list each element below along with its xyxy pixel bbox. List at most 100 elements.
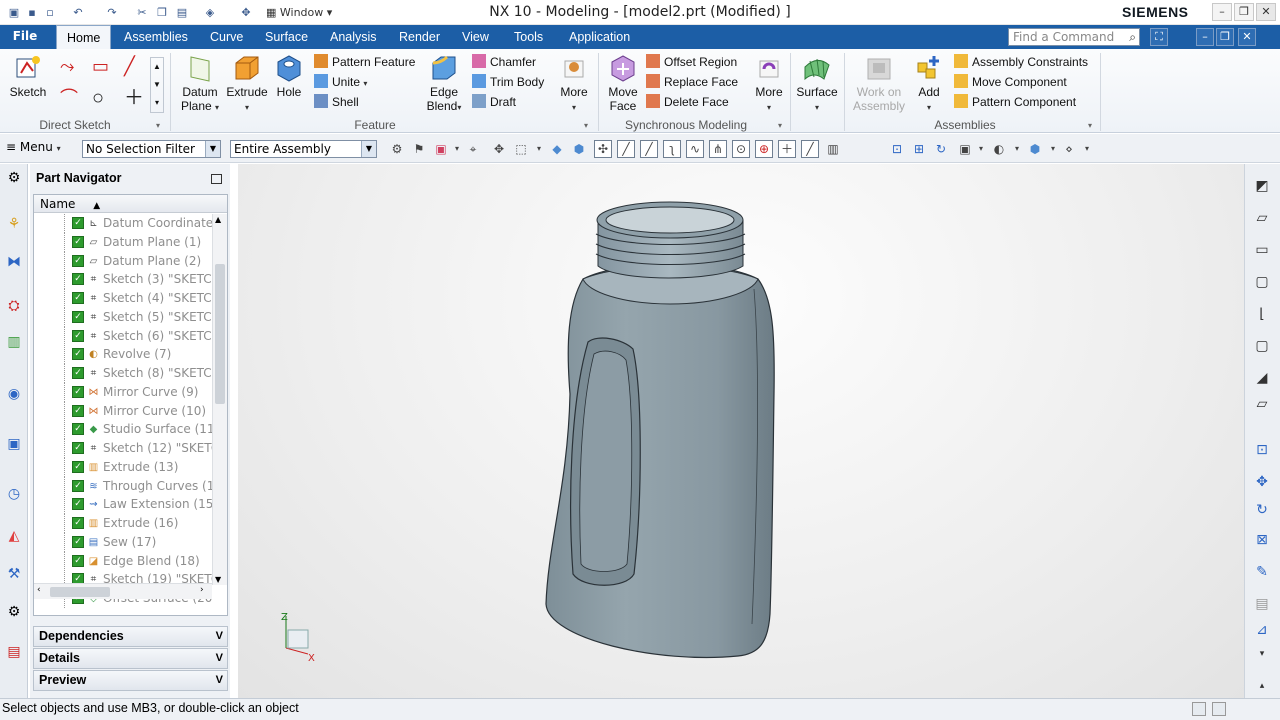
snap-line-icon[interactable]: ╱ [617, 140, 635, 158]
web-browser-icon[interactable]: ◉ [3, 382, 25, 406]
tab-application[interactable]: Application [569, 25, 630, 49]
tree-row[interactable]: ✓ ⋈ Mirror Curve (10) [34, 401, 212, 421]
tree-row[interactable]: ✓ ▱ Datum Plane (2) [34, 251, 212, 271]
status-full-screen-icon[interactable] [1212, 702, 1226, 716]
shaded-view-icon[interactable]: ⬢ [1026, 141, 1044, 157]
tree-row[interactable]: ✓ ▤ Sew (17) [34, 532, 212, 552]
tree-row[interactable]: ✓ ⋈ Mirror Curve (9) [34, 382, 212, 402]
tab-view[interactable]: View [462, 25, 489, 49]
left-view-icon[interactable]: ▱ [1251, 392, 1273, 416]
checkbox-icon[interactable]: ✓ [72, 292, 84, 304]
checkbox-icon[interactable]: ✓ [72, 423, 84, 436]
chevron-down-icon[interactable]: ▾ [1008, 141, 1026, 157]
vertical-scrollbar[interactable]: ▲ ▼ [212, 214, 227, 585]
graph-icon[interactable]: ⊿ [1251, 618, 1273, 642]
tree-row[interactable]: ✓ ◪ Edge Blend (18) [34, 551, 212, 571]
offset-region-button[interactable]: Offset Region [646, 53, 737, 71]
tab-home[interactable]: Home [56, 25, 112, 49]
preview-panel[interactable]: Preview V [33, 670, 228, 691]
rendering-style-icon[interactable]: ◐ [990, 141, 1008, 157]
ribbon-close-button[interactable]: ✕ [1238, 28, 1256, 46]
sketch-gallery-scroll[interactable]: ▲ ▼ ▾ [150, 57, 164, 113]
zoom-icon[interactable]: ⊞ [910, 141, 928, 157]
chevron-down-icon[interactable]: ▾ [530, 141, 548, 157]
scroll-down-icon[interactable]: ▼ [215, 575, 221, 584]
tree-row[interactable]: ✓ ⌗ Sketch (3) "SKETCH_ [34, 270, 212, 290]
menu-button[interactable]: ≡ Menu ▾ [6, 140, 61, 154]
palette-icon[interactable]: ◭ [3, 524, 25, 548]
tree-row[interactable]: ✓ ▥ Extrude (16) [34, 514, 212, 533]
ribbon-minimize-button[interactable]: – [1196, 28, 1214, 46]
shell-button[interactable]: Shell [314, 93, 359, 111]
tree-row[interactable]: ✓ ⊾ Datum Coordinate S [34, 214, 212, 233]
tree-row[interactable]: ✓ ◆ Studio Surface (11) [34, 420, 212, 440]
details-panel[interactable]: Details V [33, 648, 228, 669]
checkbox-icon[interactable]: ✓ [72, 367, 84, 379]
checkbox-icon[interactable]: ✓ [72, 348, 84, 361]
view-section-icon[interactable]: ⋄ [1060, 141, 1078, 157]
group-assemblies-caret[interactable]: ▾ [1088, 121, 1092, 130]
datum-plane-button[interactable]: Datum Plane ▾ [178, 53, 222, 115]
selection-filter-dropdown[interactable]: No Selection Filter ▼ [82, 140, 221, 158]
tree-row[interactable]: ✓ ▥ Extrude (13) [34, 457, 212, 477]
snap-spline-icon[interactable]: ∿ [686, 140, 704, 158]
scroll-thumb[interactable] [50, 587, 110, 597]
constraint-navigator-icon[interactable]: ⧓ [3, 250, 25, 274]
checkbox-icon[interactable]: ✓ [72, 554, 84, 567]
rotate-icon[interactable]: ↻ [1251, 498, 1273, 522]
checkbox-icon[interactable]: ✓ [72, 235, 84, 248]
assembly-navigator-icon[interactable]: ⚘ [3, 212, 25, 236]
reuse-library-icon[interactable]: ▥ [3, 330, 25, 354]
group-direct-sketch-caret[interactable]: ▾ [156, 121, 160, 130]
part-navigator-icon[interactable]: ⛭ [3, 294, 25, 318]
line-icon[interactable]: ╱ [124, 57, 135, 75]
name-column-header[interactable]: Name ▲ [34, 195, 227, 213]
lasso-icon[interactable]: ✥ [490, 141, 508, 157]
tree-row[interactable]: ✓ ⌗ Sketch (12) "SKETCH [34, 439, 212, 458]
pattern-component-button[interactable]: Pattern Component [954, 93, 1076, 111]
tree-row[interactable]: ✓ ▱ Datum Plane (1) [34, 232, 212, 252]
history-icon[interactable]: ▣ [3, 432, 25, 456]
checkbox-icon[interactable]: ✓ [72, 535, 84, 548]
rectangle-icon[interactable]: ▭ [92, 57, 109, 75]
system-scene-icon[interactable]: ▤ [3, 640, 25, 664]
pattern-feature-button[interactable]: Pattern Feature [314, 53, 415, 71]
resource-settings-icon[interactable]: ⚙ [3, 166, 25, 190]
scroll-up-icon[interactable]: ▲ [215, 215, 221, 224]
rotate-view-icon[interactable]: ↻ [932, 141, 950, 157]
bottom-view-icon[interactable]: ◢ [1251, 366, 1273, 390]
clock-icon[interactable]: ◷ [3, 482, 25, 506]
move-component-button[interactable]: Move Component [954, 73, 1067, 91]
scroll-right-icon[interactable]: › [200, 585, 204, 595]
group-sync-caret[interactable]: ▾ [778, 121, 782, 130]
snap-icon[interactable]: ⌖ [464, 141, 482, 157]
checkbox-icon[interactable]: ✓ [72, 254, 84, 267]
arc-icon[interactable]: ⌒ [60, 89, 78, 107]
snap-intersection-icon[interactable]: ⋔ [709, 140, 727, 158]
tab-assemblies[interactable]: Assemblies [124, 25, 188, 49]
draft-button[interactable]: Draft [472, 93, 516, 111]
profile-icon[interactable]: ⤳ [60, 57, 74, 75]
tree-row[interactable]: ✓ ⌗ Sketch (4) "SKETCH_ [34, 289, 212, 308]
tab-render[interactable]: Render [399, 25, 440, 49]
work-on-assembly-button[interactable]: Work on Assembly [850, 53, 908, 113]
selection-scope-dropdown[interactable]: Entire Assembly ▼ [230, 140, 377, 158]
checkbox-icon[interactable]: ✓ [72, 385, 84, 398]
snap-bounded-grid-icon[interactable]: ▥ [824, 141, 842, 157]
bottle-neck[interactable] [595, 201, 746, 279]
roles-icon[interactable]: ⚙ [3, 600, 25, 624]
trimetric-view-icon[interactable]: ◩ [1251, 174, 1273, 198]
zoom-window-icon[interactable]: ⊡ [1251, 438, 1273, 462]
tab-curve[interactable]: Curve [210, 25, 243, 49]
checkbox-icon[interactable]: ✓ [72, 217, 84, 229]
checkbox-icon[interactable]: ✓ [72, 517, 84, 529]
snap-quadrant-icon[interactable]: ⊕ [755, 140, 773, 158]
restore-button[interactable]: ❐ [1234, 3, 1254, 21]
chevron-up-icon[interactable]: ▴ [1251, 674, 1273, 698]
tree-row[interactable]: ✓ ⌗ Sketch (6) "SKETCH_ [34, 326, 212, 346]
trim-body-button[interactable]: Trim Body [472, 73, 544, 91]
add-component-button[interactable]: Add ▾ [912, 53, 946, 115]
paint-icon[interactable]: ✎ [1251, 560, 1273, 584]
checkbox-icon[interactable]: ✓ [72, 273, 84, 286]
feature-more-button[interactable]: More ▾ [556, 53, 592, 115]
